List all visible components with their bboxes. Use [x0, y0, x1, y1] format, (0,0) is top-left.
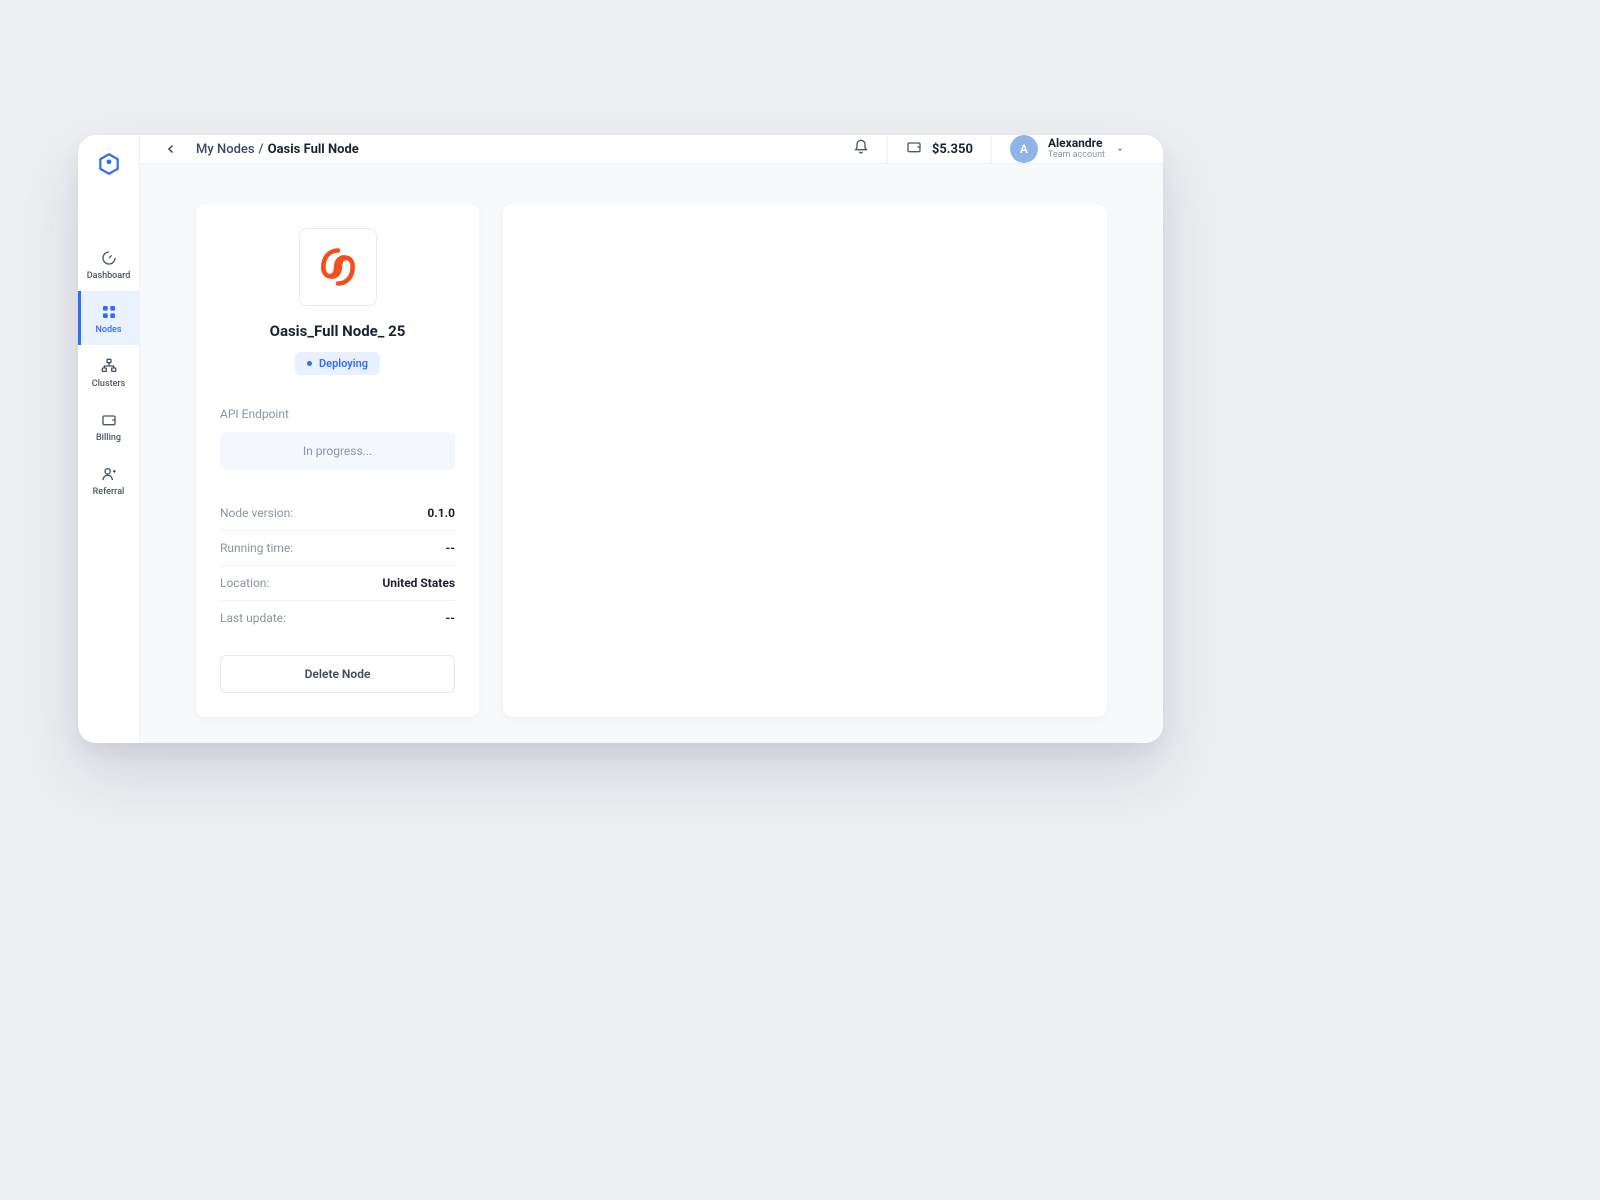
info-val: United States	[382, 576, 455, 590]
sitemap-icon	[100, 357, 118, 375]
status-badge: Deploying	[295, 352, 380, 375]
app-window: Dashboard Nodes Clusters Billing Referra	[78, 135, 1163, 743]
main: My Nodes / Oasis Full Node $5.350	[140, 135, 1163, 743]
sidebar-item-nodes[interactable]: Nodes	[78, 291, 140, 345]
app-logo	[96, 151, 122, 177]
info-key: Node version:	[220, 506, 293, 520]
info-key: Location:	[220, 576, 269, 590]
node-info-rows: Node version: 0.1.0 Running time: -- Loc…	[220, 496, 455, 635]
sidebar-item-label: Nodes	[95, 325, 121, 335]
sidebar-item-dashboard[interactable]: Dashboard	[78, 237, 140, 291]
user-name: Alexandre	[1048, 137, 1105, 150]
info-row: Running time: --	[220, 531, 455, 566]
sidebar-item-label: Dashboard	[87, 271, 131, 281]
breadcrumb-current: Oasis Full Node	[268, 142, 359, 157]
node-detail-card: Oasis_Full Node_ 25 Deploying API Endpoi…	[196, 204, 479, 717]
balance-section: $5.350	[887, 135, 991, 163]
user-menu[interactable]: A Alexandre Team account	[1010, 135, 1125, 163]
content: Oasis_Full Node_ 25 Deploying API Endpoi…	[140, 164, 1163, 743]
chevron-down-icon	[1115, 140, 1125, 159]
info-row: Node version: 0.1.0	[220, 496, 455, 531]
back-button[interactable]	[160, 138, 182, 160]
status-text: Deploying	[319, 357, 368, 370]
user-section: A Alexandre Team account	[991, 135, 1143, 163]
sidebar-item-billing[interactable]: Billing	[78, 399, 140, 453]
info-key: Last update:	[220, 611, 286, 625]
balance-value: $5.350	[932, 142, 973, 157]
breadcrumb-root[interactable]: My Nodes	[196, 142, 255, 157]
balance[interactable]: $5.350	[906, 139, 973, 159]
info-val: --	[446, 611, 455, 625]
grid-icon	[100, 303, 118, 321]
gauge-icon	[100, 249, 118, 267]
node-logo	[299, 228, 377, 306]
sidebar-item-label: Clusters	[92, 379, 125, 389]
sidebar: Dashboard Nodes Clusters Billing Referra	[78, 135, 140, 743]
info-row: Last update: --	[220, 601, 455, 635]
sidebar-item-label: Referral	[93, 487, 125, 497]
info-val: --	[446, 541, 455, 555]
breadcrumb-separator: /	[259, 142, 264, 157]
info-val: 0.1.0	[427, 506, 455, 520]
node-activity-card	[503, 204, 1107, 717]
notifications-section	[835, 135, 887, 163]
delete-node-button[interactable]: Delete Node	[220, 655, 455, 693]
sidebar-item-label: Billing	[96, 433, 121, 443]
sidebar-item-referral[interactable]: Referral	[78, 453, 140, 507]
breadcrumb: My Nodes / Oasis Full Node	[196, 142, 359, 157]
bell-icon[interactable]	[853, 139, 869, 159]
user-plus-icon	[100, 465, 118, 483]
user-subtitle: Team account	[1048, 151, 1105, 161]
header: My Nodes / Oasis Full Node $5.350	[140, 135, 1163, 164]
endpoint-value: In progress...	[220, 432, 455, 470]
wallet-icon	[100, 411, 118, 429]
avatar: A	[1010, 135, 1038, 163]
status-dot-icon	[307, 361, 312, 366]
endpoint-label: API Endpoint	[220, 407, 455, 421]
info-row: Location: United States	[220, 566, 455, 601]
info-key: Running time:	[220, 541, 293, 555]
wallet-icon	[906, 139, 922, 159]
node-title: Oasis_Full Node_ 25	[220, 322, 455, 340]
sidebar-item-clusters[interactable]: Clusters	[78, 345, 140, 399]
